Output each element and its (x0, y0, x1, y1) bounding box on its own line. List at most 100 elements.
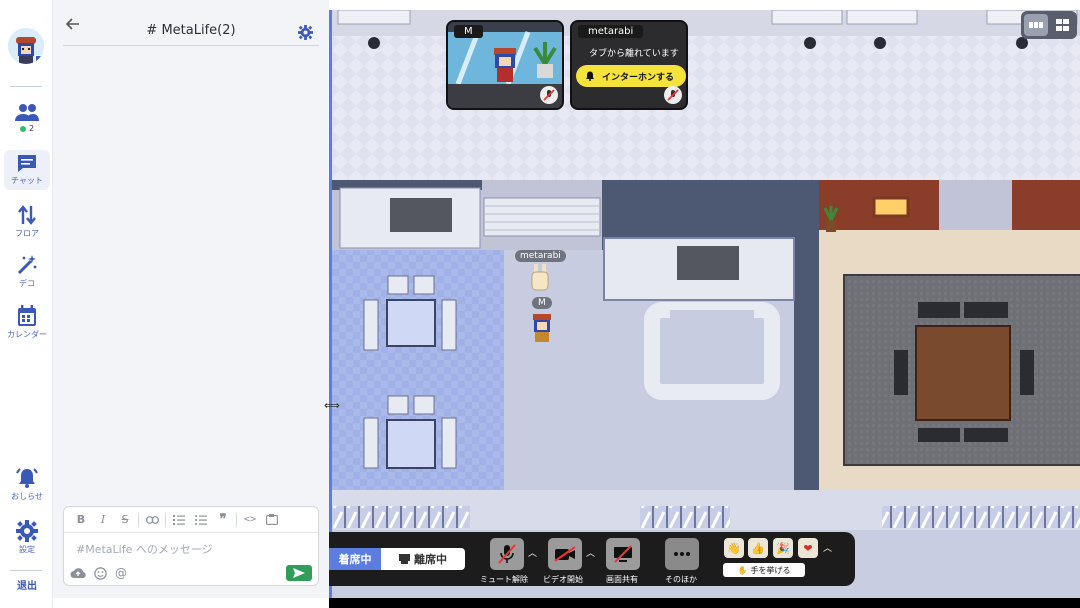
more-label: そのほか (665, 575, 697, 584)
other-name-tag: metarabi (578, 25, 644, 38)
rail-deco-label: デコ (19, 279, 35, 288)
intercom-label: インターホンする (602, 72, 675, 83)
exit-label: 退出 (17, 581, 37, 592)
chat-icon (18, 155, 36, 172)
rail-deco[interactable]: デコ (4, 254, 50, 289)
gear-icon (16, 520, 38, 542)
away-label: 離席中 (414, 553, 447, 566)
bell-icon (586, 71, 594, 81)
rail-calendar[interactable]: カレンダー (4, 305, 50, 340)
rail-settings[interactable]: 設定 (4, 520, 50, 555)
panel-resize-handle[interactable]: ⟺ (324, 400, 340, 412)
mic-off-icon (667, 89, 679, 101)
bullet-list-icon (195, 514, 207, 525)
link-icon (145, 515, 159, 524)
present-button[interactable]: 着席中 (329, 548, 381, 570)
avatar-name-tag: M (532, 297, 552, 309)
italic-button[interactable]: I (92, 510, 114, 530)
mute-label: ミュート解除 (480, 575, 528, 584)
away-button[interactable]: 離席中 (381, 548, 465, 570)
send-icon (293, 568, 305, 578)
ordered-list-icon (173, 514, 185, 525)
reaction-more-caret[interactable]: ︿ (823, 541, 832, 554)
more-button[interactable] (665, 538, 699, 570)
members-count: 2 (28, 124, 35, 133)
chat-header: # MetaLife(2) (63, 10, 319, 46)
grid-layout-icon (1055, 19, 1069, 31)
magic-wand-icon (17, 255, 37, 275)
chat-panel: # MetaLife(2) B I S ❞ <> #MetaLife へのメッセ… (53, 0, 329, 598)
composer-actions: @ (70, 566, 127, 580)
send-button[interactable] (286, 565, 312, 581)
video-label: ビデオ開始 (543, 575, 583, 584)
share-label: 画面共有 (606, 575, 638, 584)
settings-gear-icon[interactable] (298, 25, 313, 40)
upload-icon[interactable] (70, 567, 86, 579)
people-icon (15, 104, 39, 121)
other-mic-off-indicator (664, 86, 682, 104)
raise-hand-label: 手を挙げる (750, 565, 791, 575)
format-toolbar: B I S ❞ <> (64, 507, 318, 533)
reaction-thumbs-up[interactable]: 👍 (748, 538, 768, 558)
raise-hand-button[interactable]: ✋ 手を挙げる (723, 563, 805, 577)
message-composer: B I S ❞ <> #MetaLife へのメッセージ @ (63, 506, 319, 586)
layout-grid-button[interactable] (1050, 14, 1074, 36)
video-tile-self[interactable]: M (446, 20, 564, 110)
strike-button[interactable]: S (114, 510, 136, 530)
mention-icon[interactable]: @ (115, 566, 127, 580)
screen-share-off-icon (614, 545, 632, 563)
presence-toggle: 着席中 離席中 (329, 548, 465, 570)
raise-hand-icon: ✋ (737, 565, 748, 575)
divider (236, 512, 237, 527)
bullet-list-button[interactable] (190, 510, 212, 530)
rail-floor-label: フロア (15, 229, 39, 238)
bottom-toolbar: 着席中 離席中 ︿ ミュート解除 ︿ ビデオ開始 画面共有 そのほか 👋 👍 🎉… (329, 532, 855, 586)
rail-chat[interactable]: チャット (4, 150, 50, 190)
strip-layout-icon (1029, 22, 1043, 28)
link-button[interactable] (141, 510, 163, 530)
rail-floor[interactable]: フロア (4, 204, 50, 239)
mute-options-caret[interactable]: ︿ (528, 546, 537, 559)
rail-members[interactable]: 2 (4, 102, 50, 140)
reaction-wave[interactable]: 👋 (724, 538, 744, 558)
layout-strip-button[interactable] (1024, 14, 1048, 36)
code-block-icon (266, 514, 278, 525)
code-button[interactable]: <> (239, 510, 261, 530)
rail-notice[interactable]: おしらせ (4, 467, 50, 502)
emoji-icon[interactable] (94, 566, 107, 580)
mute-button[interactable] (490, 538, 524, 570)
desk-icon (399, 554, 410, 564)
away-status: タブから離れています (589, 49, 679, 59)
left-rail: 2 チャット フロア デコ カレンダー おしらせ 設定 退出 (0, 0, 53, 608)
divider (165, 512, 166, 527)
floor-arrows-icon (18, 205, 36, 225)
channel-title: # MetaLife(2) (146, 23, 236, 38)
ordered-list-button[interactable] (168, 510, 190, 530)
rail-divider (10, 570, 42, 571)
code-block-button[interactable] (261, 510, 283, 530)
map-scene (332, 10, 1080, 530)
bold-button[interactable]: B (70, 510, 92, 530)
world-map[interactable]: metarabi M (329, 10, 1080, 598)
user-avatar[interactable] (8, 28, 44, 64)
screen-share-button[interactable] (606, 538, 640, 570)
bottom-edge (329, 598, 1080, 608)
rail-calendar-label: カレンダー (7, 330, 47, 339)
metalife-app: 2 チャット フロア デコ カレンダー おしらせ 設定 退出 # MetaLif… (0, 0, 1080, 608)
layout-switcher (1021, 11, 1077, 39)
reaction-party[interactable]: 🎉 (773, 538, 793, 558)
divider (138, 512, 139, 527)
rail-settings-label: 設定 (19, 545, 35, 554)
message-input[interactable] (76, 540, 306, 558)
self-mic-off-indicator (540, 86, 558, 104)
video-options-caret[interactable]: ︿ (586, 546, 595, 559)
quote-button[interactable]: ❞ (212, 510, 234, 530)
rail-chat-label: チャット (11, 176, 43, 185)
exit-button[interactable]: 退出 (4, 577, 50, 592)
video-button[interactable] (548, 538, 582, 570)
intercom-button[interactable]: インターホンする (576, 65, 686, 87)
video-tile-other[interactable]: metarabi タブから離れています インターホンする (570, 20, 688, 110)
reaction-heart[interactable]: ❤ (798, 538, 818, 558)
more-icon (674, 552, 690, 556)
calendar-icon (18, 305, 36, 326)
